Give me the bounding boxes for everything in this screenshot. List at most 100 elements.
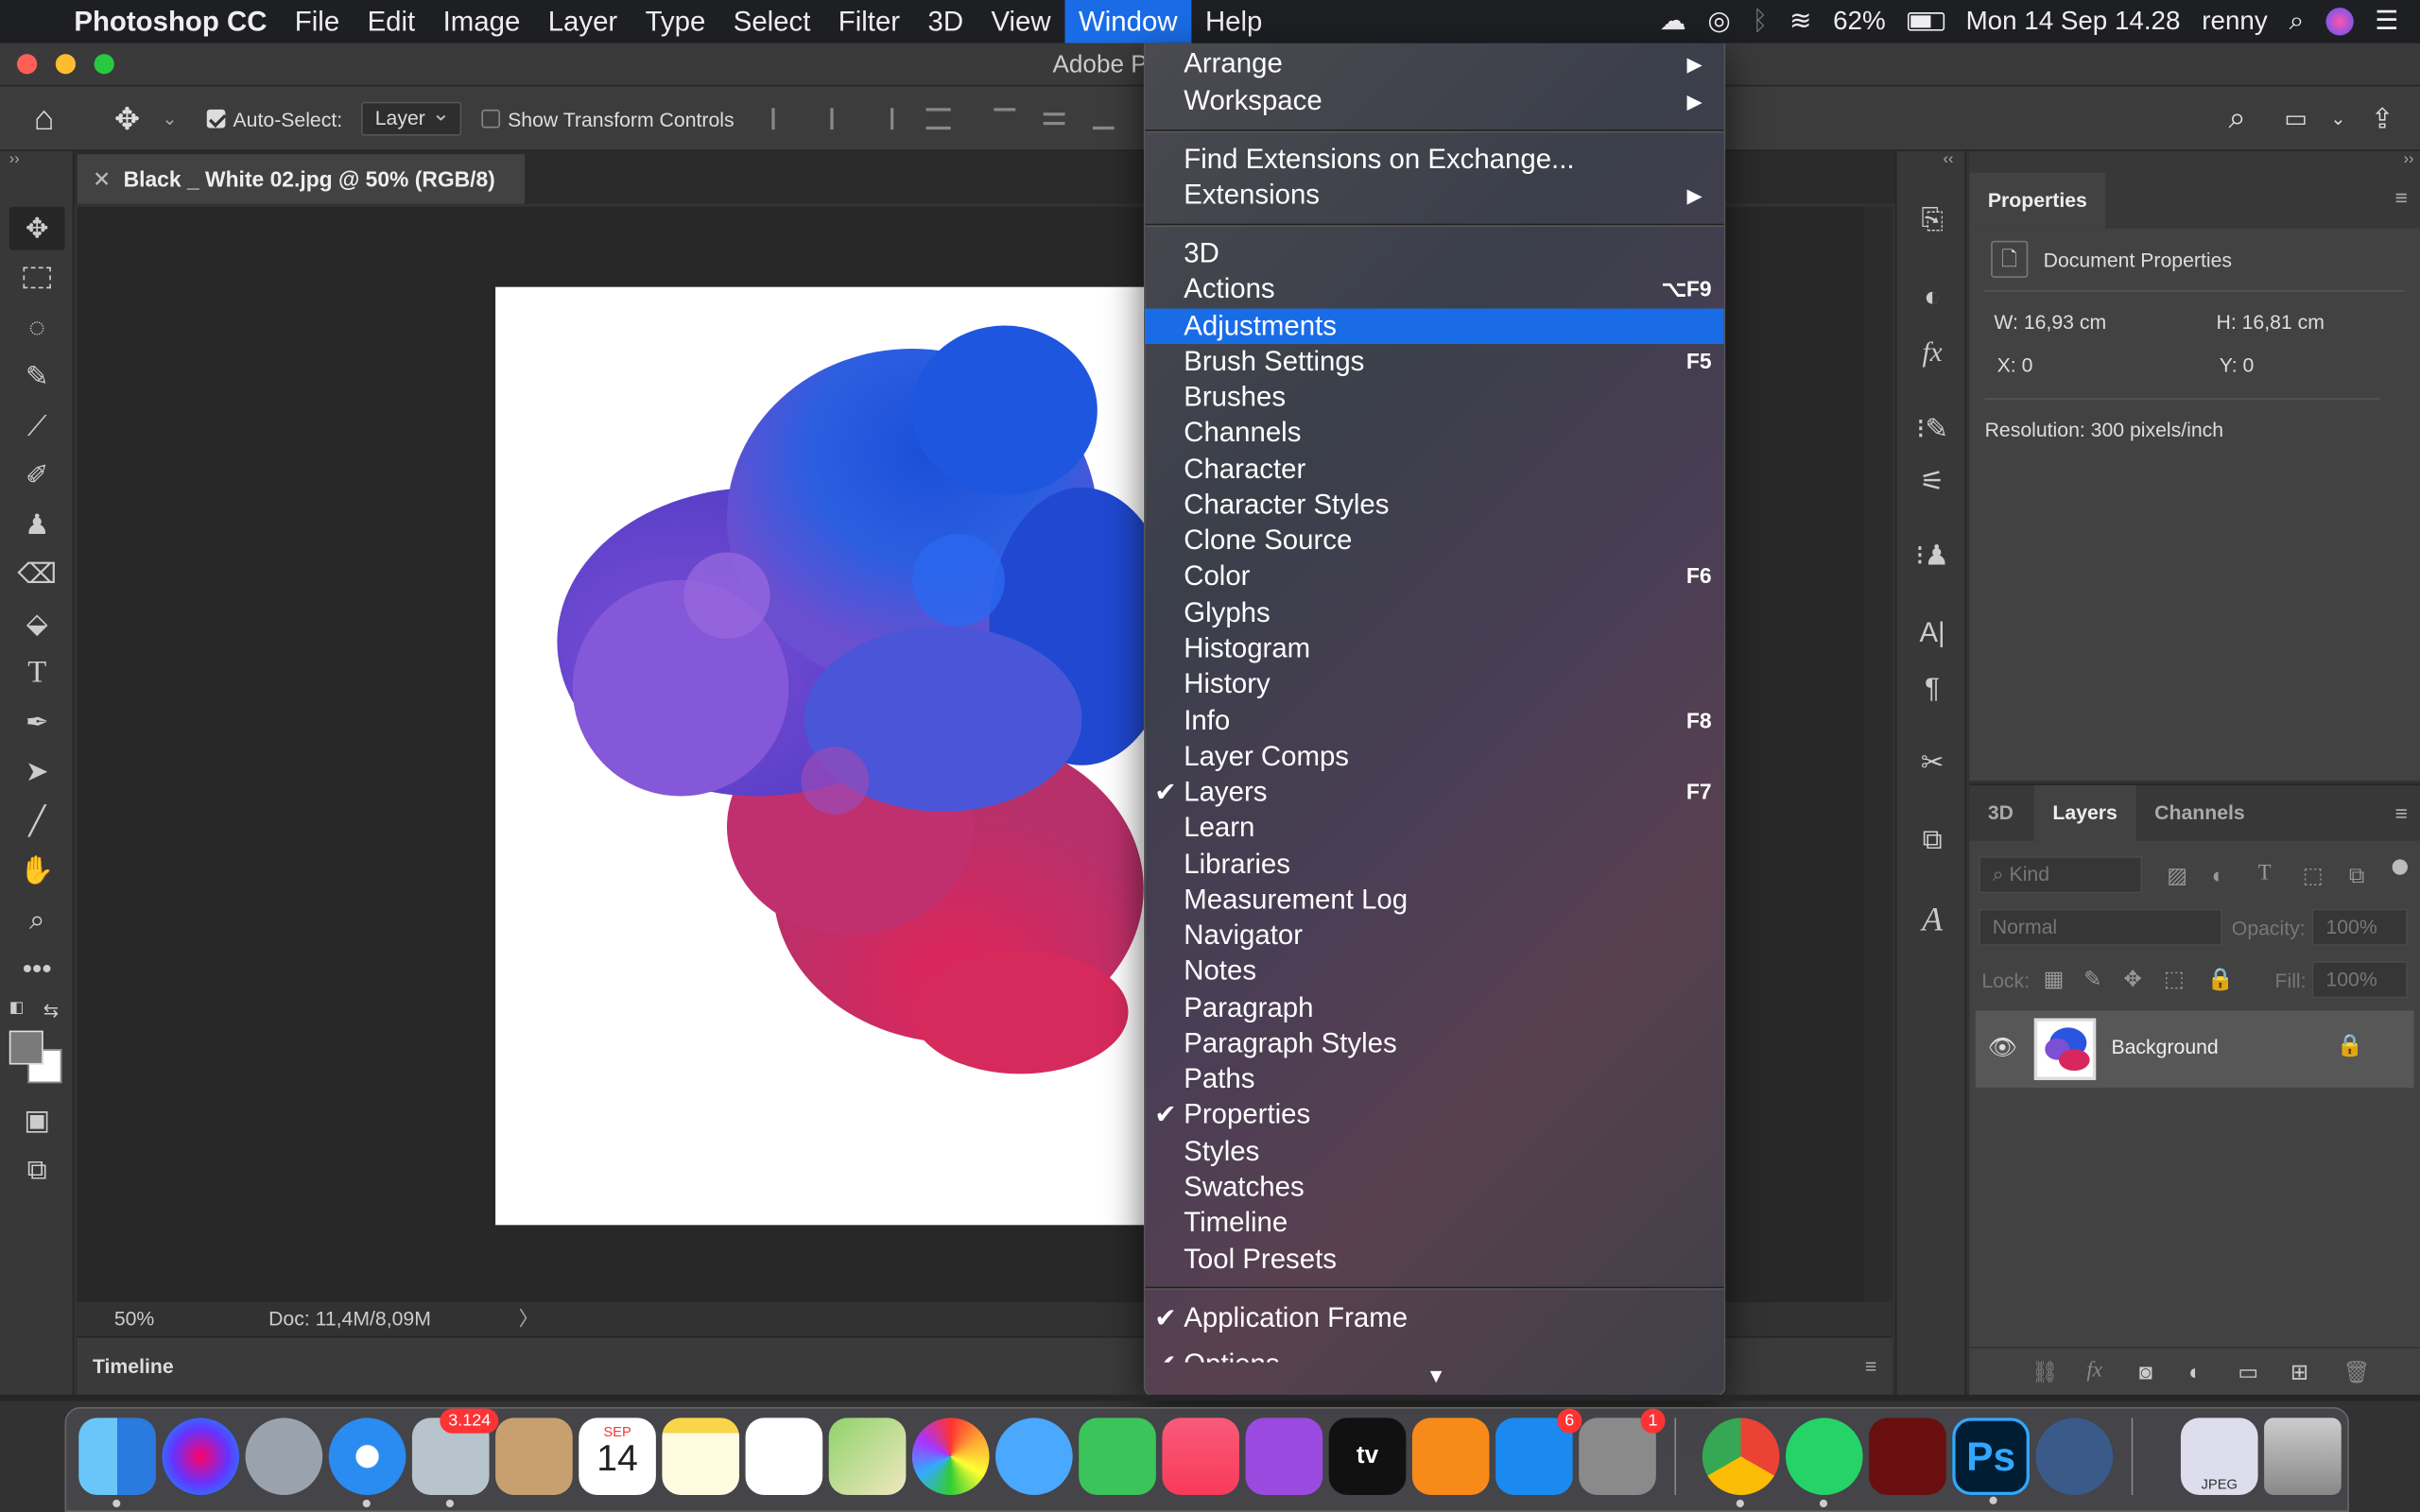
more-tools-icon[interactable]: ••• <box>9 947 65 990</box>
tab-layers[interactable]: Layers <box>2033 785 2136 841</box>
auto-select-dropdown[interactable]: Layer <box>361 86 461 151</box>
menu-item-brush-settings[interactable]: Brush Settings F5 <box>1145 344 1723 380</box>
eraser-tool-icon[interactable]: ⌫ <box>9 552 65 595</box>
move-tool-icon[interactable]: ✥ <box>114 86 140 151</box>
bluetooth-icon[interactable]: ᛒ <box>1752 7 1768 38</box>
show-transform-controls-checkbox[interactable]: Show Transform Controls <box>481 86 735 151</box>
new-adjustment-layer-icon[interactable]: ◐ <box>2188 1359 2202 1383</box>
menu-3d[interactable]: 3D <box>914 0 977 43</box>
menu-item-learn[interactable]: Learn <box>1145 811 1723 847</box>
lock-transparent-icon[interactable]: ▦ <box>2044 966 2065 992</box>
maps-icon[interactable] <box>828 1418 907 1496</box>
properties-sliders-icon[interactable]: ⚟ <box>1913 463 1950 500</box>
menu-item-character-styles[interactable]: Character Styles <box>1145 488 1723 524</box>
menu-item-libraries[interactable]: Libraries <box>1145 847 1723 883</box>
layer-visibility-eye-icon[interactable]: 👁 <box>1988 1034 2017 1062</box>
tab-3d[interactable]: 3D <box>1969 785 2031 841</box>
timeline-menu-icon[interactable]: ≡ <box>1865 1338 1876 1397</box>
menu-item-glyphs[interactable]: Glyphs <box>1145 595 1723 631</box>
menu-item-arrange[interactable]: Arrange ▶ <box>1145 46 1723 82</box>
menu-filter[interactable]: Filter <box>824 0 914 43</box>
kind-filter-dropdown[interactable]: ⌕ Kind <box>1979 856 2143 894</box>
clock[interactable]: Mon 14 Sep 14.28 <box>1966 7 2181 38</box>
share-icon[interactable]: ⇪ <box>2371 86 2394 151</box>
menu-file[interactable]: File <box>281 0 354 43</box>
x-value[interactable]: X: 0 <box>1997 353 2033 376</box>
type-tool-icon[interactable]: T <box>9 651 65 695</box>
filter-pixel-icon[interactable]: ▨ <box>2167 863 2187 889</box>
menu-item-application-frame[interactable]: ✔ Application Frame <box>1145 1300 1723 1336</box>
add-layer-style-icon[interactable]: fx <box>2086 1359 2102 1383</box>
tools-scissors-icon[interactable]: ✂ <box>1913 744 1950 781</box>
jpeg-file-icon[interactable]: JPEG <box>2180 1418 2258 1496</box>
paint-bucket-tool-icon[interactable]: ⬙ <box>9 602 65 645</box>
pen-tool-icon[interactable]: ✒ <box>9 700 65 744</box>
opacity-field[interactable]: 100% <box>2311 908 2408 946</box>
styles-fx-icon[interactable]: fx <box>1913 334 1950 370</box>
quicktime-icon[interactable] <box>2035 1418 2114 1496</box>
layer-name[interactable]: Background <box>2111 1036 2218 1058</box>
quick-selection-tool-icon[interactable]: ✎ <box>9 355 65 399</box>
close-tab-icon[interactable]: ✕ <box>93 154 111 203</box>
notes-icon[interactable] <box>662 1418 740 1496</box>
menu-item-workspace[interactable]: Workspace ▶ <box>1145 83 1723 119</box>
distribute-icon[interactable] <box>925 108 951 130</box>
new-layer-icon[interactable]: ⊞ <box>2290 1359 2308 1385</box>
auto-select-checkbox[interactable]: Auto-Select: <box>206 86 342 151</box>
user-name[interactable]: renny <box>2202 7 2267 38</box>
image-capture-icon[interactable]: 3.124 <box>411 1408 499 1508</box>
stamp-tool-icon[interactable]: ♟ <box>9 503 65 546</box>
vertical-scrollbar[interactable] <box>1864 206 1893 1302</box>
blend-mode-dropdown[interactable]: Normal <box>1979 908 2223 946</box>
whatsapp-icon[interactable] <box>1785 1418 1863 1508</box>
history-icon[interactable]: ⎘ <box>1913 200 1950 237</box>
move-tool-icon[interactable]: ✥ <box>9 206 65 250</box>
menu-item-paragraph[interactable]: Paragraph <box>1145 990 1723 1026</box>
libraries-icon[interactable]: ⧉ <box>1913 821 1950 858</box>
search-icon[interactable]: ⌕ <box>2229 86 2246 151</box>
menu-item-paths[interactable]: Paths <box>1145 1062 1723 1098</box>
document-canvas[interactable] <box>495 286 1148 1226</box>
workspace-chevron-icon[interactable]: ⌄ <box>2330 86 2345 151</box>
delete-layer-icon[interactable]: 🗑 <box>2342 1359 2370 1385</box>
menu-item-brushes[interactable]: Brushes <box>1145 380 1723 416</box>
default-colors-icon[interactable]: ◧ <box>9 1000 28 1019</box>
menu-layer[interactable]: Layer <box>534 0 631 43</box>
align-center-icon[interactable] <box>821 108 834 130</box>
books-icon[interactable] <box>1411 1418 1490 1496</box>
menu-item-histogram[interactable]: Histogram <box>1145 631 1723 667</box>
brush-settings-icon[interactable]: ⁝✎ <box>1913 410 1950 447</box>
expand-panels-icon[interactable]: ‹‹ <box>1944 151 1954 168</box>
layer-row-background[interactable]: 👁 Background 🔒 <box>1975 1010 2414 1089</box>
collapse-panel-icon[interactable]: ›› <box>9 151 20 168</box>
marquee-tool-icon[interactable] <box>9 256 65 300</box>
menu-item-character[interactable]: Character <box>1145 452 1723 488</box>
facetime-icon[interactable] <box>1079 1418 1156 1496</box>
menu-item-3d[interactable]: 3D <box>1145 236 1723 272</box>
timeline-label[interactable]: Timeline <box>93 1338 174 1397</box>
wifi-icon[interactable]: ≋ <box>1789 7 1811 38</box>
lock-all-icon[interactable]: 🔒 <box>2207 966 2234 992</box>
lasso-tool-icon[interactable]: ◌ <box>9 305 65 349</box>
menu-item-history[interactable]: History <box>1145 667 1723 703</box>
add-mask-icon[interactable]: ◙ <box>2139 1359 2152 1383</box>
align-right-icon[interactable] <box>872 108 894 130</box>
menu-item-adjustments[interactable]: Adjustments <box>1145 307 1724 344</box>
contacts-icon[interactable] <box>495 1418 573 1496</box>
y-value[interactable]: Y: 0 <box>2220 353 2255 376</box>
link-layers-icon[interactable]: ⛓ <box>2031 1359 2059 1385</box>
width-value[interactable]: W: 16,93 cm <box>1994 310 2106 333</box>
zoom-window-button[interactable] <box>94 54 114 75</box>
system-preferences-icon[interactable]: 1 <box>1579 1408 1666 1496</box>
menu-app-name[interactable]: Photoshop CC <box>53 0 282 43</box>
filter-toggle-icon[interactable] <box>2392 859 2408 875</box>
reminders-icon[interactable] <box>745 1418 823 1496</box>
layers-menu-icon[interactable]: ≡ <box>2395 800 2408 825</box>
photoshop-icon[interactable]: Ps <box>1952 1418 2030 1504</box>
path-selection-tool-icon[interactable]: ➤ <box>9 749 65 793</box>
menu-item-measurement-log[interactable]: Measurement Log <box>1145 883 1723 919</box>
menu-item-options[interactable]: ✔ Options <box>1145 1347 1723 1363</box>
menu-item-clone-source[interactable]: Clone Source <box>1145 524 1723 559</box>
eyedropper-tool-icon[interactable]: ⟋ <box>9 404 65 448</box>
menu-type[interactable]: Type <box>631 0 719 43</box>
